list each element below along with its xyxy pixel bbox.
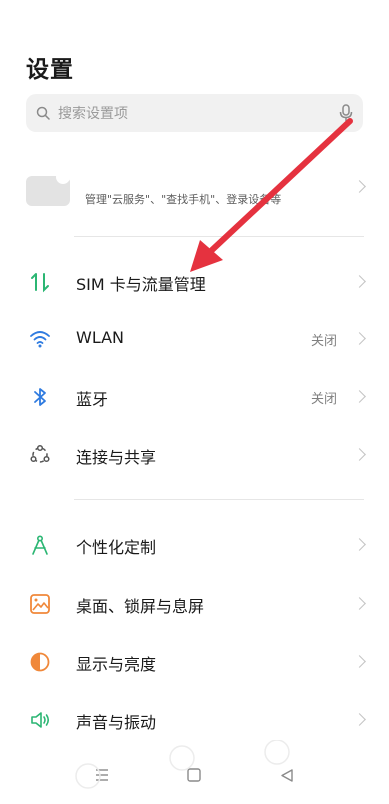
- divider: [74, 499, 364, 500]
- settings-item-personalize[interactable]: 个性化定制: [0, 520, 389, 570]
- divider: [74, 236, 364, 237]
- search-bar[interactable]: 搜索设置项: [26, 94, 363, 132]
- wifi-icon: [30, 331, 50, 348]
- touch-indicator: [75, 763, 101, 789]
- connection-label: 连接与共享: [76, 448, 157, 467]
- sound-icon: [31, 712, 50, 728]
- brightness-icon: [30, 652, 50, 672]
- chevron-right-icon: [353, 180, 366, 193]
- display-label: 显示与亮度: [76, 655, 157, 674]
- personalize-label: 个性化定制: [76, 538, 157, 557]
- chevron-right-icon: [353, 538, 366, 551]
- account-row[interactable]: 管理"云服务"、"查找手机"、登录设备等: [0, 168, 389, 218]
- chevron-right-icon: [353, 448, 366, 461]
- bluetooth-label: 蓝牙: [76, 390, 109, 409]
- microphone-icon[interactable]: [339, 104, 353, 122]
- sim-swap-icon: [31, 273, 49, 293]
- settings-item-bluetooth[interactable]: 蓝牙 关闭: [0, 372, 389, 422]
- settings-item-connection[interactable]: 连接与共享: [0, 430, 389, 480]
- bluetooth-status: 关闭: [310, 392, 337, 407]
- wlan-label: WLAN: [76, 328, 125, 347]
- touch-indicator: [169, 745, 195, 771]
- search-input[interactable]: 搜索设置项: [58, 103, 339, 123]
- nav-buttons: [75, 739, 293, 789]
- chevron-right-icon: [353, 597, 366, 610]
- page-title: 设置: [26, 57, 74, 83]
- wallpaper-label: 桌面、锁屏与息屏: [76, 597, 205, 616]
- account-subtitle: 管理"云服务"、"查找手机"、登录设备等: [85, 193, 282, 206]
- back-icon[interactable]: [281, 769, 293, 782]
- personalize-icon: [32, 535, 48, 555]
- settings-item-wlan[interactable]: WLAN 关闭: [0, 314, 389, 364]
- home-icon[interactable]: [187, 768, 201, 782]
- chevron-right-icon: [353, 655, 366, 668]
- wlan-status: 关闭: [310, 334, 337, 349]
- sound-label: 声音与振动: [76, 713, 157, 732]
- chevron-right-icon: [353, 390, 366, 403]
- chevron-right-icon: [353, 713, 366, 726]
- avatar: [26, 170, 70, 206]
- search-icon: [36, 106, 50, 120]
- chevron-right-icon: [353, 332, 366, 345]
- bluetooth-icon: [34, 388, 46, 406]
- sim-label: SIM 卡与流量管理: [76, 275, 206, 294]
- menu-icon[interactable]: [96, 769, 108, 781]
- navigation-bar: [0, 739, 389, 800]
- wallpaper-icon: [30, 594, 50, 614]
- settings-item-sound[interactable]: 声音与振动: [0, 695, 389, 745]
- settings-item-wallpaper[interactable]: 桌面、锁屏与息屏: [0, 579, 389, 629]
- settings-item-sim[interactable]: SIM 卡与流量管理: [0, 257, 389, 307]
- chevron-right-icon: [353, 275, 366, 288]
- share-connect-icon: [30, 444, 50, 463]
- touch-indicator: [264, 739, 290, 765]
- settings-item-display[interactable]: 显示与亮度: [0, 637, 389, 687]
